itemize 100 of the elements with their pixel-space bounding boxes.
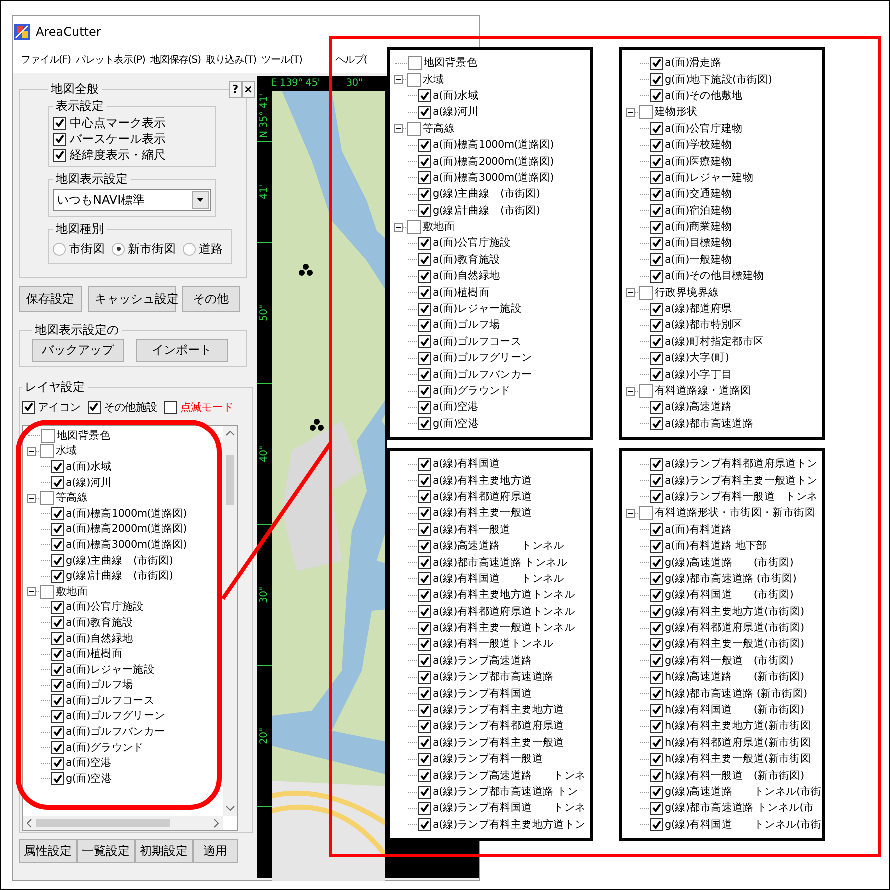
menu-item[interactable]: パレット表示(P) bbox=[76, 53, 146, 67]
checkbox[interactable] bbox=[650, 704, 663, 717]
tree-item-label[interactable]: g(線)有料国道 (市街図) bbox=[665, 588, 794, 602]
tree-item-label[interactable]: a(線)ランプ有料一般道 トンネ bbox=[665, 490, 818, 504]
checkbox[interactable] bbox=[650, 302, 663, 316]
checkbox[interactable] bbox=[418, 400, 431, 414]
tree-item-label[interactable]: a(線)ランプ有料都道府県道 bbox=[433, 719, 564, 734]
tree-item-label[interactable]: a(面)レジャー施設 bbox=[433, 302, 522, 316]
tree-item-label[interactable]: a(線)有料国道 bbox=[433, 457, 500, 472]
tree-item-label[interactable]: a(線)河川 bbox=[433, 105, 479, 120]
button[interactable]: 保存設定 bbox=[19, 286, 82, 312]
tree-item-label[interactable]: g(線)都市高速道路 トンネル(市 bbox=[665, 801, 814, 816]
tree-item-label[interactable]: a(線)ランプ有料主要地方道トン bbox=[433, 818, 586, 832]
tree-item-label[interactable]: 地図背景色 bbox=[424, 56, 478, 70]
scrollbar-thumb[interactable] bbox=[226, 455, 234, 505]
checkbox[interactable] bbox=[650, 89, 663, 102]
tree-item-label[interactable]: a(線)有料主要一般道トンネル bbox=[433, 621, 576, 636]
checkbox[interactable] bbox=[41, 428, 55, 443]
checkbox[interactable] bbox=[650, 670, 663, 684]
checkbox[interactable] bbox=[418, 352, 431, 365]
checkbox[interactable] bbox=[418, 204, 431, 218]
checkbox[interactable] bbox=[650, 654, 663, 668]
checkbox[interactable] bbox=[650, 138, 663, 152]
tree-item-label[interactable]: a(面)ゴルフバンカー bbox=[66, 725, 166, 740]
button[interactable]: インポート bbox=[136, 339, 228, 362]
checkbox[interactable] bbox=[650, 417, 663, 430]
tree-item-label[interactable]: h(線)高速道路 (新市街図) bbox=[665, 670, 804, 684]
checkbox[interactable] bbox=[418, 171, 431, 184]
menu-item[interactable]: 取り込み(T) bbox=[206, 53, 256, 67]
checkbox[interactable] bbox=[650, 588, 663, 602]
checkbox[interactable] bbox=[53, 132, 66, 146]
checkbox[interactable] bbox=[40, 444, 54, 458]
checkbox[interactable] bbox=[407, 122, 421, 136]
tree-item-label[interactable]: a(線)有料国道 トンネル bbox=[433, 572, 564, 586]
tree-item-label[interactable]: a(線)小字丁目 bbox=[665, 368, 732, 382]
tree-item-label[interactable]: 地図背景色 bbox=[57, 428, 111, 443]
checkbox[interactable] bbox=[51, 694, 64, 708]
checkbox[interactable] bbox=[650, 270, 663, 283]
scrollbar-thumb[interactable] bbox=[36, 819, 170, 827]
tree-item-label[interactable]: a(線)都市高速道路 bbox=[665, 416, 754, 431]
tree-item-label[interactable]: a(面)有料道路 地下部 bbox=[665, 539, 768, 554]
tree-item-label[interactable]: a(面)空港 bbox=[433, 400, 479, 414]
tree-item-label[interactable]: a(線)有料一般道トンネル bbox=[433, 637, 554, 652]
checkbox[interactable] bbox=[418, 106, 431, 119]
checkbox[interactable] bbox=[418, 302, 431, 316]
checkbox[interactable] bbox=[650, 73, 663, 86]
tree-item-label[interactable]: a(面)商業建物 bbox=[665, 220, 732, 234]
checkbox[interactable] bbox=[22, 400, 35, 414]
tree-item-label[interactable]: a(面)公官庁建物 bbox=[665, 122, 743, 136]
tree-item-label[interactable]: a(線)ランプ有料都道府県道トン bbox=[665, 457, 818, 472]
checkbox[interactable] bbox=[418, 138, 431, 152]
tree-item-label[interactable]: g(線)高速道路 トンネル(市街 bbox=[665, 785, 822, 799]
checkbox[interactable] bbox=[51, 522, 64, 536]
tree-item-label[interactable]: a(線)ランプ都市高速道路 トン bbox=[433, 785, 578, 799]
checkbox[interactable] bbox=[418, 335, 431, 348]
checkbox[interactable] bbox=[164, 400, 178, 414]
tree-item-label[interactable]: a(面)グラウンド bbox=[66, 740, 144, 755]
checkbox[interactable] bbox=[51, 538, 64, 552]
checkbox[interactable] bbox=[650, 540, 663, 553]
tree-item-label[interactable]: a(面)ゴルフコース bbox=[433, 334, 522, 349]
checkbox[interactable] bbox=[650, 318, 663, 332]
tree-item-label[interactable]: h(線)有料主要地方道(新市街図 bbox=[665, 719, 812, 734]
checkbox[interactable] bbox=[418, 417, 431, 430]
tree-item-label[interactable]: g(面)空港 bbox=[66, 772, 112, 786]
tree-item-label[interactable]: 有料道路形状・市街図・新市街図 bbox=[655, 506, 816, 520]
checkbox[interactable] bbox=[650, 458, 663, 471]
tree-item-label[interactable]: a(面)レジャー施設 bbox=[66, 662, 155, 677]
tree-item-label[interactable]: a(面)学校建物 bbox=[665, 138, 732, 152]
tree-item-label[interactable]: a(線)ランプ有料主要地方道 bbox=[433, 703, 564, 718]
button[interactable]: 一覧設定 bbox=[77, 839, 135, 863]
radio-button[interactable] bbox=[183, 242, 196, 256]
checkbox[interactable] bbox=[407, 220, 421, 234]
checkbox[interactable] bbox=[418, 720, 431, 733]
tree-item-label[interactable]: a(線)有料都道府県道トンネル bbox=[433, 604, 576, 619]
tree-item-label[interactable]: a(面)ゴルフコース bbox=[66, 694, 155, 708]
checkbox[interactable] bbox=[51, 772, 64, 786]
checkbox[interactable] bbox=[51, 663, 64, 676]
checkbox[interactable] bbox=[650, 638, 663, 651]
tree-item-label[interactable]: g(線)高速道路 (市街図) bbox=[665, 556, 794, 570]
tree-item-label[interactable]: a(線)河川 bbox=[66, 476, 112, 490]
tree-item-label[interactable]: a(面)自然緑地 bbox=[66, 632, 134, 646]
checkbox[interactable] bbox=[418, 638, 431, 651]
tree-item-label[interactable]: a(面)自然緑地 bbox=[433, 269, 500, 284]
tree-item-label[interactable]: a(面)植樹面 bbox=[433, 286, 490, 300]
checkbox[interactable] bbox=[418, 556, 431, 570]
checkbox[interactable] bbox=[639, 286, 653, 300]
checkbox[interactable] bbox=[51, 616, 64, 630]
tree-item-label[interactable]: a(線)ランプ高速道路 トンネ bbox=[433, 768, 586, 783]
checkbox[interactable] bbox=[418, 188, 431, 201]
tree-item-label[interactable]: a(線)町村指定都市区 bbox=[665, 334, 764, 349]
tree-item-label[interactable]: a(面)空港 bbox=[66, 756, 112, 770]
tree-item-label[interactable]: a(面)教育施設 bbox=[433, 252, 500, 267]
checkbox[interactable] bbox=[88, 400, 101, 414]
checkbox[interactable] bbox=[418, 769, 431, 782]
checkbox[interactable] bbox=[650, 490, 663, 504]
tree-item-label[interactable]: h(線)有料国道 (新市街図) bbox=[665, 703, 804, 718]
tree-item-label[interactable]: a(面)標高3000m(道路図) bbox=[66, 538, 187, 552]
tree-item-label[interactable]: g(線)有料主要地方道(市街図) bbox=[665, 604, 804, 619]
tree-item-label[interactable]: a(線)ランプ有料国道 bbox=[433, 686, 532, 701]
checkbox[interactable] bbox=[650, 572, 663, 586]
